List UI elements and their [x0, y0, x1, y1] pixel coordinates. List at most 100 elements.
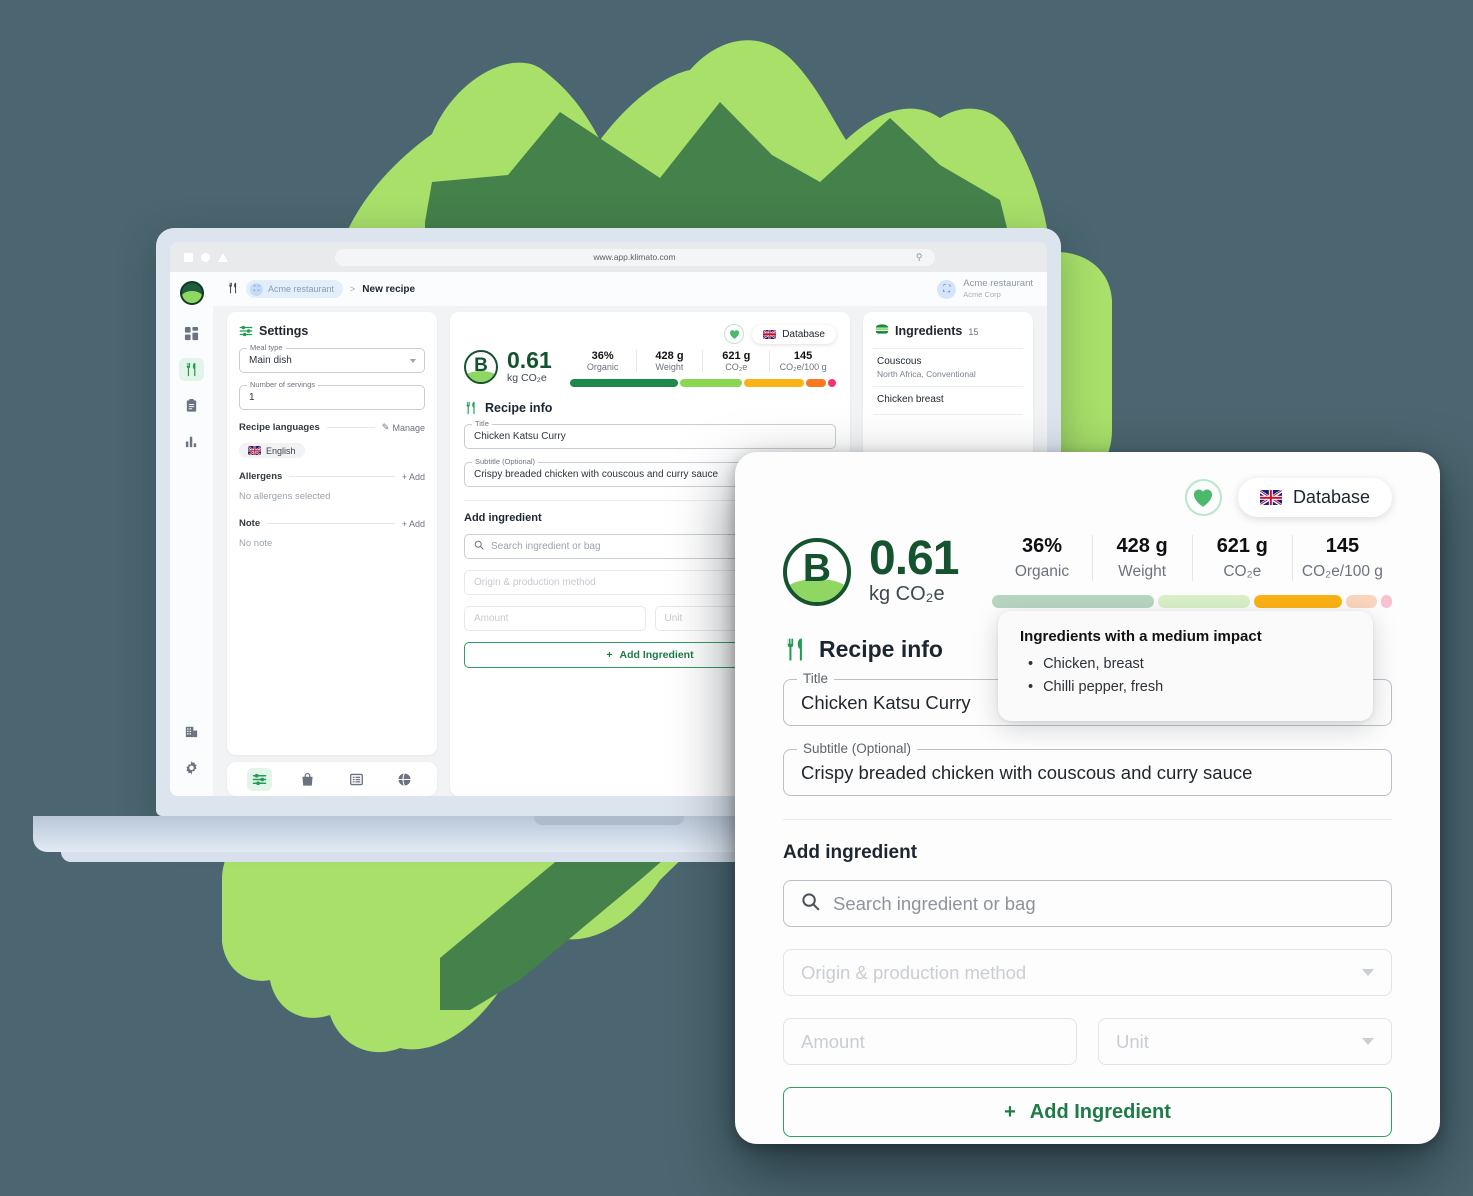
search-icon[interactable]: ⚲: [916, 252, 923, 263]
tab-globe[interactable]: [392, 768, 417, 791]
impact-segment-3[interactable]: [1345, 595, 1377, 608]
search-icon: [801, 892, 820, 916]
meal-type-label: Meal type: [247, 343, 286, 352]
plus-icon: +: [606, 649, 613, 661]
ingredients-list: Couscous North Africa, Conventional Chic…: [873, 348, 1023, 415]
score-unit: kg CO₂e: [869, 583, 945, 606]
window-button-square[interactable]: [184, 252, 193, 262]
amount-input[interactable]: Amount: [783, 1018, 1077, 1065]
score-unit: kg CO₂e: [507, 371, 547, 384]
favorite-button[interactable]: [1184, 479, 1222, 516]
meal-type-value: Main dish: [249, 355, 292, 366]
score-value-group: 0.61 kg CO₂e: [869, 534, 959, 606]
recipe-subtitle-value: Crispy breaded chicken with couscous and…: [801, 761, 1253, 783]
stats-block: 36% Organic 428 g Weight 621 g CO₂e 145 …: [569, 350, 836, 387]
add-allergen-button[interactable]: + Add: [402, 472, 425, 482]
stat-organic: 36% Organic: [570, 350, 636, 372]
ingredient-origin: North Africa, Conventional: [877, 369, 976, 379]
database-button[interactable]: Database: [1237, 478, 1392, 517]
database-button[interactable]: Database: [752, 324, 836, 344]
sidebar-item-reports[interactable]: [179, 394, 204, 417]
language-chip-label: English: [266, 445, 296, 456]
tab-settings[interactable]: [246, 767, 272, 791]
impact-tooltip: Ingredients with a medium impact • Chick…: [998, 611, 1373, 721]
stat-label: Organic: [586, 362, 619, 372]
recipe-subtitle-input[interactable]: Subtitle (Optional) Crispy breaded chick…: [783, 741, 1392, 796]
meal-type-select[interactable]: Meal type Main dish: [239, 343, 425, 373]
uk-flag-icon: [1259, 490, 1282, 505]
amount-placeholder: Amount: [474, 613, 509, 624]
sidebar-item-settings[interactable]: [179, 757, 204, 780]
impact-segment-4: [828, 379, 836, 387]
tooltip-title: Ingredients with a medium impact: [1020, 628, 1262, 645]
address-bar[interactable]: www.app.klimato.com ⚲: [334, 248, 935, 266]
grade-badge: B: [783, 537, 851, 606]
amount-input[interactable]: Amount: [464, 606, 646, 631]
stat-label: CO₂e: [725, 362, 748, 372]
stat-co2e-per-100g: 145 CO₂e/100 g: [769, 350, 836, 372]
impact-segment-3: [805, 379, 827, 387]
page-root: www.app.klimato.com ⚲ ⛶ Acme restaurant …: [0, 0, 1473, 1196]
sidebar-item-organization[interactable]: [179, 720, 204, 743]
stat-value: 428 g: [655, 350, 684, 362]
recipe-subtitle-label: Subtitle (Optional): [797, 741, 918, 756]
pencil-icon: ✎: [381, 422, 390, 432]
manage-languages-button[interactable]: ✎ Manage: [382, 422, 425, 433]
tooltip-list-item: • Chilli pepper, fresh: [1020, 679, 1351, 695]
settings-tabbar: [227, 762, 437, 796]
impact-segment-1[interactable]: [1157, 595, 1250, 608]
ingredient-search-input[interactable]: Search ingredient or bag: [783, 880, 1392, 927]
window-button-triangle[interactable]: [218, 252, 228, 262]
note-label: Note: [239, 518, 261, 529]
stats-row: 36% Organic 428 g Weight 621 g CO₂e 145 …: [992, 535, 1392, 581]
manage-label: Manage: [392, 422, 425, 433]
tooltip-list-item: • Chicken, breast: [1020, 656, 1351, 672]
building-icon: [185, 726, 198, 738]
cutlery-icon: [227, 282, 239, 297]
grade-badge: B: [464, 350, 498, 384]
favorite-button[interactable]: [724, 324, 745, 344]
breadcrumb-restaurant-chip[interactable]: ⛶ Acme restaurant: [246, 280, 344, 298]
ingredient-search-placeholder: Search ingredient or bag: [833, 892, 1036, 914]
recipe-languages-row: Recipe languages ✎ Manage: [239, 422, 425, 433]
sidebar-item-recipes[interactable]: [179, 358, 204, 381]
language-chip-english[interactable]: English: [239, 443, 305, 458]
org-switcher[interactable]: ⛶ Acme restaurant Acme Corp: [937, 278, 1033, 299]
stat-value: 36%: [591, 350, 614, 362]
chevron-down-icon: [410, 358, 416, 363]
stat-weight: 428 g Weight: [635, 350, 703, 372]
org-sub: Acme Corp: [963, 290, 1001, 300]
tab-bags[interactable]: [295, 768, 320, 791]
settings-title: Settings: [259, 324, 309, 338]
stat-label: CO₂e/100 g: [779, 362, 827, 372]
sidebar-item-dashboard[interactable]: [179, 322, 204, 345]
servings-input[interactable]: Number of servings 1: [239, 380, 425, 410]
origin-select[interactable]: Origin & production method: [783, 949, 1392, 996]
breadcrumb-chip-label: Acme restaurant: [268, 284, 335, 294]
impact-segment-4[interactable]: [1380, 595, 1392, 608]
sidebar-item-analytics[interactable]: [179, 430, 204, 453]
settings-card: Settings Meal type Main dish Number of s…: [227, 312, 437, 755]
impact-segment-bar[interactable]: [992, 595, 1392, 608]
impact-segment-2: [744, 379, 804, 387]
tab-list[interactable]: [344, 768, 369, 791]
stat-co2e-per-100g: 145 CO₂e/100 g: [1291, 535, 1392, 581]
klimato-logo-icon[interactable]: [179, 281, 204, 305]
list-item[interactable]: Couscous North Africa, Conventional: [873, 349, 1023, 387]
stat-value: 428 g: [1116, 535, 1168, 557]
window-button-circle[interactable]: [201, 252, 210, 262]
impact-segment-2[interactable]: [1253, 595, 1342, 608]
globe-icon: [398, 772, 411, 786]
recipe-title-input[interactable]: Title Chicken Katsu Curry: [464, 419, 836, 449]
add-note-button[interactable]: + Add: [402, 519, 425, 529]
stats-row: 36% Organic 428 g Weight 621 g CO₂e 145 …: [570, 350, 836, 372]
clipboard-icon: [186, 398, 197, 412]
recipe-info-header: Recipe info: [464, 401, 836, 415]
uk-flag-icon: [763, 329, 777, 339]
recipe-subtitle-value: Crispy breaded chicken with couscous and…: [474, 469, 719, 480]
divider: [783, 819, 1392, 820]
add-ingredient-button[interactable]: + Add Ingredient: [783, 1087, 1392, 1137]
impact-segment-0[interactable]: [992, 595, 1154, 608]
unit-select[interactable]: Unit: [1098, 1018, 1392, 1065]
list-item[interactable]: Chicken breast: [873, 387, 1023, 415]
